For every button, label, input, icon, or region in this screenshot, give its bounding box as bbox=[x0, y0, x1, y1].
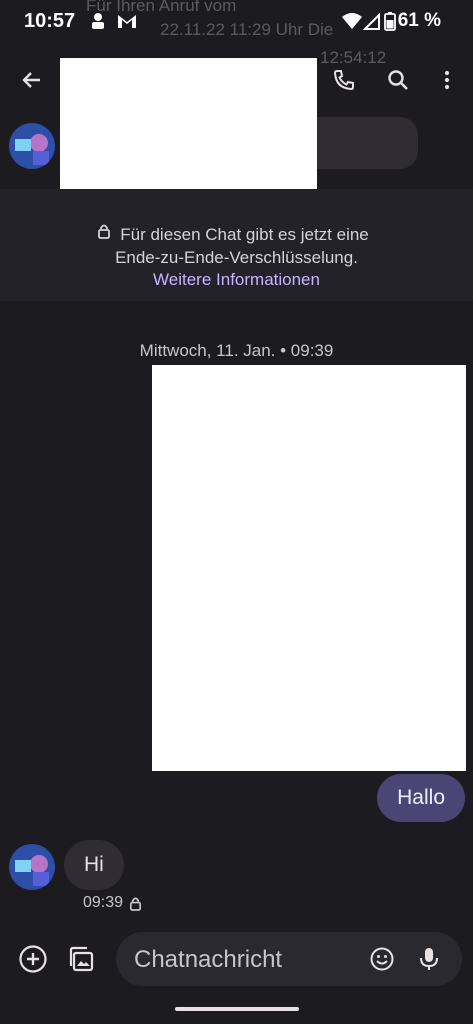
date-separator: Mittwoch, 11. Jan. • 09:39 bbox=[139, 341, 334, 360]
home-indicator[interactable] bbox=[175, 1007, 299, 1011]
back-arrow-icon bbox=[22, 72, 40, 88]
battery-icon bbox=[384, 11, 396, 36]
back-button[interactable] bbox=[12, 60, 52, 100]
status-time: 10:57 bbox=[24, 10, 76, 32]
add-attachment-button[interactable] bbox=[13, 939, 53, 979]
more-options-button[interactable] bbox=[427, 60, 467, 100]
signal-icon bbox=[362, 11, 381, 36]
background-text-line: 22.11.22 11:29 Uhr Die bbox=[160, 20, 334, 39]
more-info-link[interactable]: Weitere Informationen bbox=[0, 270, 473, 290]
chat-message-input[interactable] bbox=[132, 932, 366, 988]
gallery-icon bbox=[69, 946, 94, 972]
redacted-image-message bbox=[152, 365, 466, 771]
avatar-image bbox=[9, 123, 55, 169]
emoji-icon bbox=[370, 947, 394, 971]
avatar-image bbox=[9, 844, 55, 890]
lock-icon bbox=[130, 897, 142, 911]
message-time: 09:39 bbox=[83, 894, 124, 911]
outgoing-message-bubble[interactable]: Hallo bbox=[377, 774, 465, 822]
encryption-text-line2: Ende-zu-Ende-Verschlüsselung. bbox=[115, 248, 358, 267]
message-meta: 09:39 bbox=[83, 894, 142, 912]
search-icon bbox=[388, 70, 408, 90]
microphone-icon bbox=[420, 948, 438, 970]
message-composer bbox=[116, 932, 462, 988]
incoming-message-bubble[interactable]: Hi bbox=[64, 840, 124, 890]
contact-avatar[interactable] bbox=[9, 123, 55, 169]
phone-icon bbox=[333, 70, 354, 91]
search-button[interactable] bbox=[378, 60, 418, 100]
background-text-line: Für Ihren Anruf vom bbox=[86, 0, 237, 15]
battery-percentage: 61 % bbox=[397, 10, 441, 31]
wifi-icon bbox=[341, 11, 363, 36]
plus-circle-icon bbox=[19, 945, 47, 973]
gallery-button[interactable] bbox=[62, 939, 102, 979]
more-vert-icon bbox=[444, 70, 450, 90]
voice-input-button[interactable] bbox=[409, 939, 449, 979]
call-button[interactable] bbox=[324, 60, 364, 100]
emoji-button[interactable] bbox=[362, 939, 402, 979]
contact-avatar[interactable] bbox=[9, 844, 55, 890]
encryption-text-line1: Für diesen Chat gibt es jetzt eine bbox=[120, 225, 369, 244]
